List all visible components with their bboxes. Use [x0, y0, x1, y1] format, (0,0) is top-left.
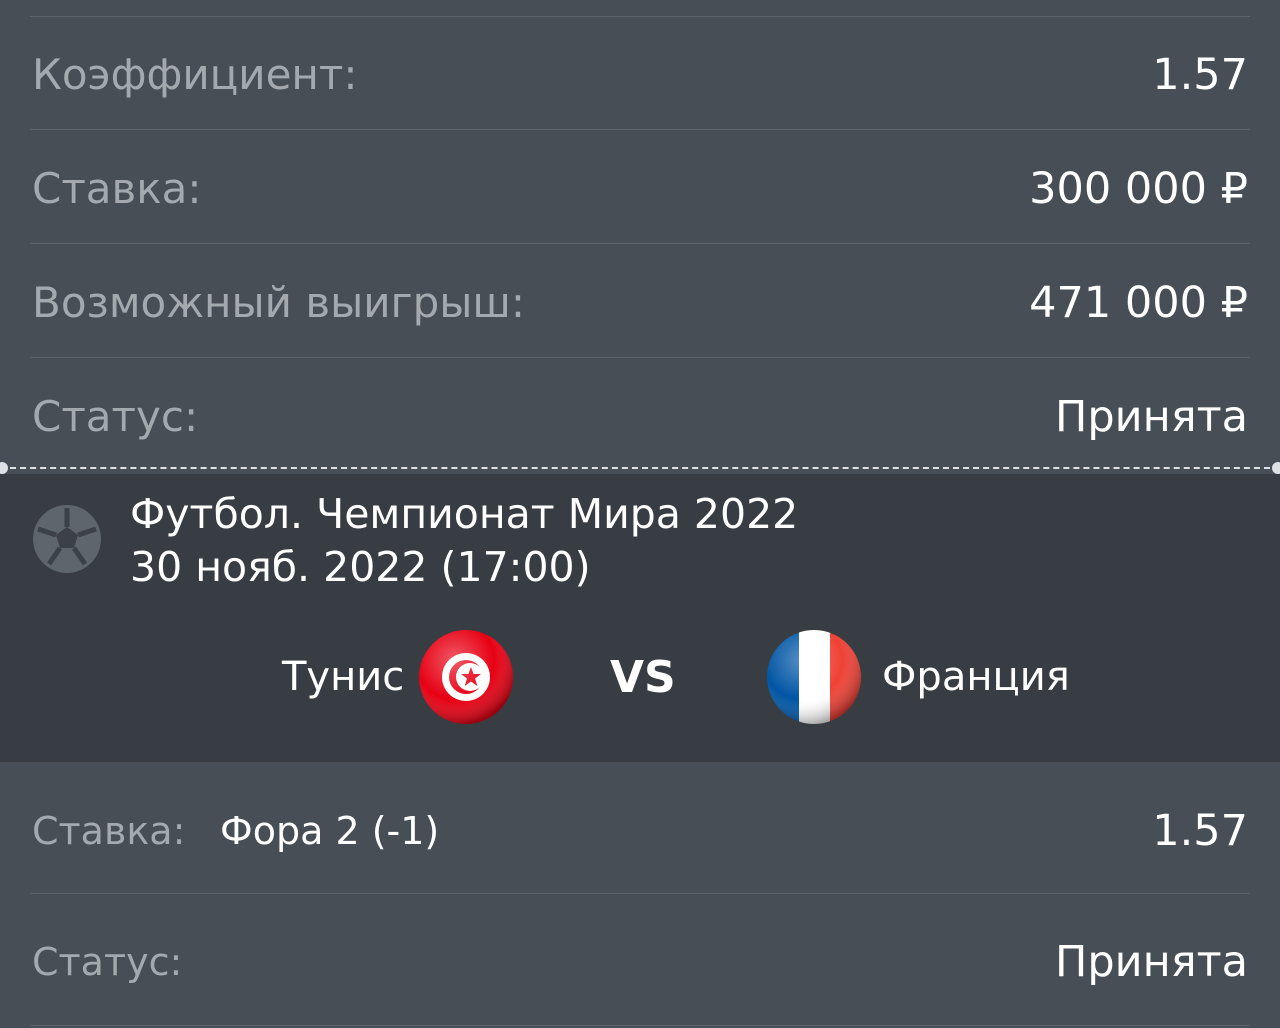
bet-label: Ставка: — [32, 809, 186, 853]
bet-market-value: Фора 2 (-1) — [220, 809, 440, 853]
odds-label: Коэффициент: — [32, 50, 358, 99]
odds-value: 1.57 — [1152, 50, 1248, 100]
away-team-name: Франция — [882, 654, 1070, 700]
divider — [30, 16, 1250, 17]
selection-card: Ставка: Фора 2 (-1) 1.57 Статус: Принята — [0, 762, 1280, 1028]
bet-summary-card: Коэффициент: 1.57 Ставка: 300 000 ₽ Возм… — [0, 0, 1280, 468]
stake-label: Ставка: — [32, 164, 202, 213]
potential-win-value: 471 000 ₽ — [1029, 278, 1248, 328]
match-card: Футбол. Чемпионат Мира 2022 30 нояб. 202… — [0, 474, 1280, 762]
bet-odds-value: 1.57 — [1152, 806, 1248, 856]
divider — [30, 357, 1250, 358]
stake-value: 300 000 ₽ — [1029, 164, 1248, 214]
france-flag-icon — [766, 629, 862, 725]
divider — [30, 129, 1250, 130]
dashed-separator — [10, 467, 1270, 469]
home-team-name: Тунис — [282, 654, 405, 700]
status-label: Статус: — [32, 392, 199, 441]
perforation-dot — [0, 462, 8, 474]
tunisia-flag-icon — [418, 629, 514, 725]
event-title: Футбол. Чемпионат Мира 2022 — [130, 490, 799, 538]
potential-win-label: Возможный выигрыш: — [32, 278, 526, 327]
status-value: Принята — [1055, 392, 1248, 442]
versus-label: VS — [610, 652, 676, 703]
event-datetime: 30 нояб. 2022 (17:00) — [130, 543, 591, 591]
ticket-perforation — [0, 462, 1280, 474]
divider — [30, 243, 1250, 244]
divider — [30, 1025, 1250, 1026]
bet-status-label: Статус: — [32, 940, 183, 984]
football-icon — [32, 504, 102, 574]
perforation-dot — [1272, 462, 1280, 474]
bet-status-value: Принята — [1055, 937, 1248, 987]
divider — [30, 893, 1250, 894]
